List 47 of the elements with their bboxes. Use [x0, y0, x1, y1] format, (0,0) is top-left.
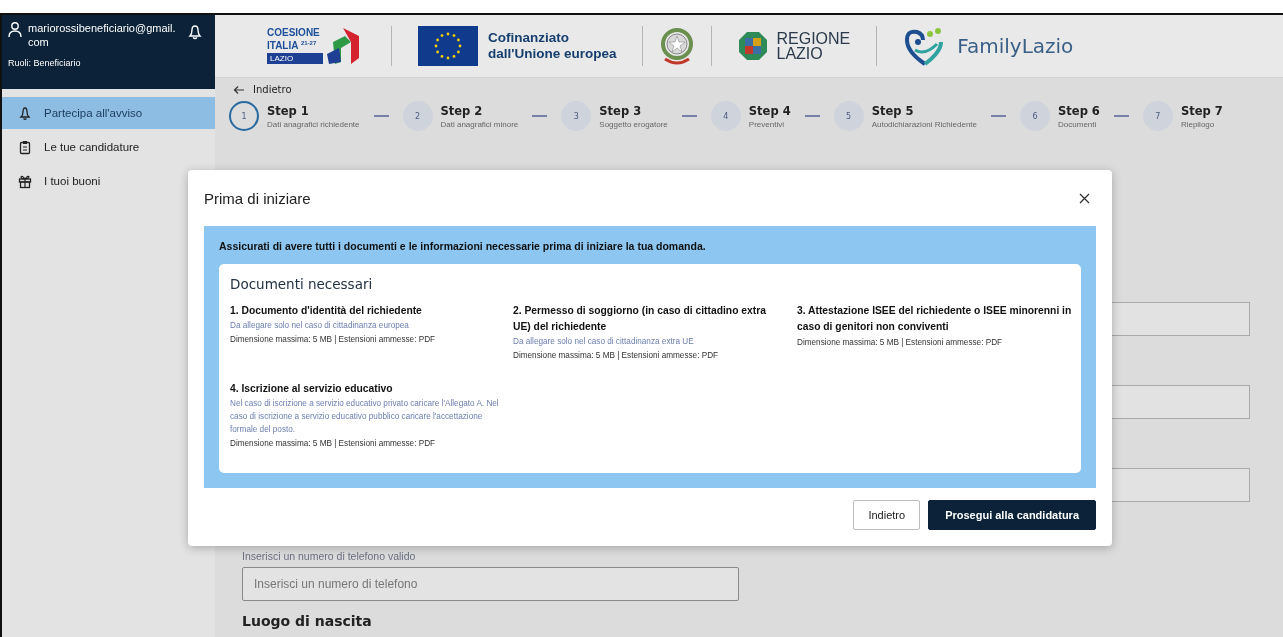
logo-band: LAZIO: [267, 53, 323, 65]
document-title: 3. Attestazione ISEE del richiedente o ISEE minorenni in caso di genitori non conviventi: [797, 304, 1073, 334]
logo-text: LAZIO: [776, 46, 824, 61]
logo-text: REGIONE: [776, 31, 851, 46]
document-title: 4. Iscrizione al servizio educativo: [230, 382, 394, 396]
step-subtitle: Preventivi: [748, 119, 785, 129]
modal-title: Prima di iniziare: [204, 189, 311, 207]
logo-text: dall'Unione europea: [488, 46, 617, 62]
step-subtitle: Dati anagrafici minore: [440, 119, 519, 129]
step-title: Step 3: [599, 103, 643, 118]
document-limits: Dimensione massima: 5 MB | Estensioni ammesse: PDF: [230, 438, 437, 450]
field-label: Luogo di nascita: [242, 613, 373, 629]
card-title: Documenti necessari: [230, 276, 374, 292]
step-title: Step 2: [440, 103, 484, 118]
document-note: Da allegare solo nel caso di cittadinanza extra UE: [513, 336, 695, 348]
field-hint: Inserisci un numero di telefono valido: [242, 550, 417, 562]
step-number: 6: [1020, 101, 1051, 131]
logo-text: COESIONE: [267, 27, 321, 38]
logo-text: Cofinanziato: [488, 30, 570, 46]
step-number: 7: [1142, 101, 1173, 131]
info-text: Assicurati di avere tutti i documenti e le informazioni necessarie prima di iniziare la tua domanda.: [219, 239, 707, 254]
step-title: Step 6: [1058, 103, 1100, 118]
logo-text: ITALIA $^{21-27}$: [267, 38, 318, 52]
logo-text: FamilyLazio: [957, 34, 1074, 58]
user-email: mariorossibeneficiario@gmail.com: [28, 21, 177, 49]
document-note: Da allegare solo nel caso di cittadinanza europea: [230, 320, 410, 332]
step-subtitle: Riepilogo: [1180, 119, 1216, 129]
step-title: Step 7: [1180, 103, 1223, 118]
document-title: 2. Permesso di soggiorno (in caso di cittadino extra UE) del richiedente: [513, 304, 767, 334]
user-roles: Ruoli: Beneficiario: [8, 58, 82, 68]
document-limits: Dimensione massima: 5 MB | Estensioni ammesse: PDF: [230, 334, 437, 346]
document-note: Nel caso di iscrizione a servizio educativo privato caricare l'Allegato A. Nel caso di iscrizione a servizio educativo pubblico caricare l'accettazione formale del posto.: [230, 398, 500, 436]
step-subtitle: Autodichiarazioni Richiedente: [871, 119, 978, 129]
step-number: 3: [561, 101, 592, 131]
step-subtitle: Documenti: [1058, 119, 1098, 129]
step-subtitle: Dati anagrafici richiedente: [267, 119, 360, 129]
step-number: 2: [402, 101, 433, 131]
step-number: 5: [833, 101, 864, 131]
step-title: Step 5: [871, 103, 915, 118]
step-title: Step 1: [267, 103, 310, 118]
document-limits: Dimensione massima: 5 MB | Estensioni ammesse: PDF: [797, 337, 1004, 349]
document-title: 1. Documento d'identità del richiedente: [230, 304, 423, 318]
step-number: 4: [710, 101, 741, 131]
step-number: 1: [229, 101, 259, 131]
step-title: Step 4: [748, 103, 791, 118]
document-limits: Dimensione massima: 5 MB | Estensioni ammesse: PDF: [513, 350, 720, 362]
step-subtitle: Soggetto erogatore: [599, 119, 668, 129]
